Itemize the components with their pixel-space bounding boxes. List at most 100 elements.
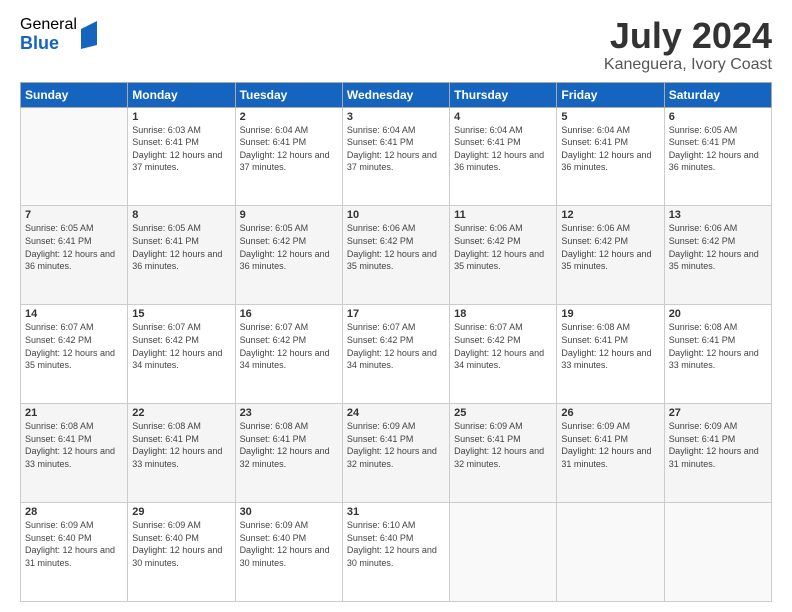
location: Kaneguera, Ivory Coast [604, 56, 772, 74]
day-number: 9 [240, 209, 338, 221]
day-number: 15 [132, 308, 230, 320]
calendar-table: SundayMondayTuesdayWednesdayThursdayFrid… [20, 82, 772, 602]
calendar-week-1: 7 Sunrise: 6:05 AMSunset: 6:41 PMDaylight… [21, 206, 772, 305]
calendar-cell: 21Sunrise: 6:08 AMSunset: 6:41 PMDayligh… [21, 404, 128, 503]
day-number: 30 [240, 506, 338, 518]
day-number: 7 [25, 209, 123, 221]
day-number: 22 [132, 407, 230, 419]
day-number: 2 [240, 111, 338, 123]
day-info: Sunrise: 6:08 AMSunset: 6:41 PMDaylight:… [561, 321, 659, 371]
calendar-week-0: 1Sunrise: 6:03 AMSunset: 6:41 PMDaylight… [21, 107, 772, 206]
page: General Blue July 2024 Kaneguera, Ivory … [0, 0, 792, 612]
calendar-header-friday: Friday [557, 82, 664, 107]
day-info: Sunrise: 6:06 AMSunset: 6:42 PMDaylight:… [454, 222, 552, 272]
day-info: Sunrise: 6:07 AMSunset: 6:42 PMDaylight:… [240, 321, 338, 371]
calendar-cell: 8Sunrise: 6:05 AMSunset: 6:41 PMDaylight… [128, 206, 235, 305]
day-number: 21 [25, 407, 123, 419]
calendar-header-thursday: Thursday [450, 82, 557, 107]
calendar-cell [450, 503, 557, 602]
calendar-cell: 16Sunrise: 6:07 AMSunset: 6:42 PMDayligh… [235, 305, 342, 404]
day-number: 17 [347, 308, 445, 320]
calendar-cell: 22Sunrise: 6:08 AMSunset: 6:41 PMDayligh… [128, 404, 235, 503]
day-info: Sunrise: 6:06 AMSunset: 6:42 PMDaylight:… [669, 222, 767, 272]
calendar-cell: 2Sunrise: 6:04 AMSunset: 6:41 PMDaylight… [235, 107, 342, 206]
day-info: Sunrise: 6:06 AMSunset: 6:42 PMDaylight:… [347, 222, 445, 272]
day-info: Sunrise: 6:08 AMSunset: 6:41 PMDaylight:… [669, 321, 767, 371]
day-number: 8 [132, 209, 230, 221]
calendar-cell: 31Sunrise: 6:10 AMSunset: 6:40 PMDayligh… [342, 503, 449, 602]
calendar-cell: 27Sunrise: 6:09 AMSunset: 6:41 PMDayligh… [664, 404, 771, 503]
day-info: Sunrise: 6:05 AMSunset: 6:41 PMDaylight:… [132, 222, 230, 272]
calendar-cell: 24Sunrise: 6:09 AMSunset: 6:41 PMDayligh… [342, 404, 449, 503]
calendar-cell: 14Sunrise: 6:07 AMSunset: 6:42 PMDayligh… [21, 305, 128, 404]
day-info: Sunrise: 6:03 AMSunset: 6:41 PMDaylight:… [132, 124, 230, 174]
day-number: 14 [25, 308, 123, 320]
day-info: Sunrise: 6:09 AMSunset: 6:41 PMDaylight:… [454, 420, 552, 470]
day-number: 31 [347, 506, 445, 518]
calendar-cell: 25Sunrise: 6:09 AMSunset: 6:41 PMDayligh… [450, 404, 557, 503]
day-number: 23 [240, 407, 338, 419]
calendar-cell [21, 107, 128, 206]
calendar-header-saturday: Saturday [664, 82, 771, 107]
day-info: Sunrise: 6:04 AMSunset: 6:41 PMDaylight:… [347, 124, 445, 174]
calendar-week-3: 21Sunrise: 6:08 AMSunset: 6:41 PMDayligh… [21, 404, 772, 503]
calendar-header-wednesday: Wednesday [342, 82, 449, 107]
day-info: Sunrise: 6:09 AMSunset: 6:41 PMDaylight:… [669, 420, 767, 470]
calendar-header-tuesday: Tuesday [235, 82, 342, 107]
day-number: 3 [347, 111, 445, 123]
calendar-cell: 13Sunrise: 6:06 AMSunset: 6:42 PMDayligh… [664, 206, 771, 305]
day-number: 27 [669, 407, 767, 419]
logo-icon [79, 21, 99, 49]
logo-blue: Blue [20, 34, 77, 54]
day-number: 18 [454, 308, 552, 320]
calendar-cell: 30Sunrise: 6:09 AMSunset: 6:40 PMDayligh… [235, 503, 342, 602]
day-number: 4 [454, 111, 552, 123]
day-info: Sunrise: 6:09 AMSunset: 6:41 PMDaylight:… [561, 420, 659, 470]
calendar-cell: 10Sunrise: 6:06 AMSunset: 6:42 PMDayligh… [342, 206, 449, 305]
calendar-header-row: SundayMondayTuesdayWednesdayThursdayFrid… [21, 82, 772, 107]
day-number: 26 [561, 407, 659, 419]
calendar-cell: 15Sunrise: 6:07 AMSunset: 6:42 PMDayligh… [128, 305, 235, 404]
day-number: 19 [561, 308, 659, 320]
title-block: July 2024 Kaneguera, Ivory Coast [604, 16, 772, 74]
day-info: Sunrise: 6:09 AMSunset: 6:40 PMDaylight:… [25, 519, 123, 569]
day-number: 20 [669, 308, 767, 320]
day-number: 12 [561, 209, 659, 221]
day-info: Sunrise: 6:08 AMSunset: 6:41 PMDaylight:… [132, 420, 230, 470]
calendar-cell: 20Sunrise: 6:08 AMSunset: 6:41 PMDayligh… [664, 305, 771, 404]
calendar-cell: 26Sunrise: 6:09 AMSunset: 6:41 PMDayligh… [557, 404, 664, 503]
day-info: Sunrise: 6:07 AMSunset: 6:42 PMDaylight:… [347, 321, 445, 371]
day-info: Sunrise: 6:04 AMSunset: 6:41 PMDaylight:… [240, 124, 338, 174]
day-info: Sunrise: 6:09 AMSunset: 6:41 PMDaylight:… [347, 420, 445, 470]
calendar-cell [664, 503, 771, 602]
day-number: 29 [132, 506, 230, 518]
calendar-cell: 12Sunrise: 6:06 AMSunset: 6:42 PMDayligh… [557, 206, 664, 305]
calendar-cell: 18Sunrise: 6:07 AMSunset: 6:42 PMDayligh… [450, 305, 557, 404]
day-number: 5 [561, 111, 659, 123]
calendar-cell: 4Sunrise: 6:04 AMSunset: 6:41 PMDaylight… [450, 107, 557, 206]
calendar-cell: 11Sunrise: 6:06 AMSunset: 6:42 PMDayligh… [450, 206, 557, 305]
day-info: Sunrise: 6:08 AMSunset: 6:41 PMDaylight:… [240, 420, 338, 470]
day-number: 6 [669, 111, 767, 123]
day-info: Sunrise: 6:09 AMSunset: 6:40 PMDaylight:… [132, 519, 230, 569]
calendar-header-sunday: Sunday [21, 82, 128, 107]
month-year: July 2024 [604, 16, 772, 56]
calendar-cell: 7Sunrise: 6:05 AMSunset: 6:41 PMDaylight… [21, 206, 128, 305]
day-info: Sunrise: 6:07 AMSunset: 6:42 PMDaylight:… [132, 321, 230, 371]
calendar-cell: 9Sunrise: 6:05 AMSunset: 6:42 PMDaylight… [235, 206, 342, 305]
day-number: 25 [454, 407, 552, 419]
day-info: Sunrise: 6:10 AMSunset: 6:40 PMDaylight:… [347, 519, 445, 569]
day-info: Sunrise: 6:04 AMSunset: 6:41 PMDaylight:… [561, 124, 659, 174]
calendar-cell: 3Sunrise: 6:04 AMSunset: 6:41 PMDaylight… [342, 107, 449, 206]
day-info: Sunrise: 6:08 AMSunset: 6:41 PMDaylight:… [25, 420, 123, 470]
calendar-cell: 23Sunrise: 6:08 AMSunset: 6:41 PMDayligh… [235, 404, 342, 503]
day-number: 1 [132, 111, 230, 123]
day-info: Sunrise: 6:04 AMSunset: 6:41 PMDaylight:… [454, 124, 552, 174]
calendar-cell: 6Sunrise: 6:05 AMSunset: 6:41 PMDaylight… [664, 107, 771, 206]
day-info: Sunrise: 6:05 AMSunset: 6:41 PMDaylight:… [669, 124, 767, 174]
calendar-week-2: 14Sunrise: 6:07 AMSunset: 6:42 PMDayligh… [21, 305, 772, 404]
day-info: Sunrise: 6:07 AMSunset: 6:42 PMDaylight:… [25, 321, 123, 371]
calendar-cell: 28Sunrise: 6:09 AMSunset: 6:40 PMDayligh… [21, 503, 128, 602]
calendar-header-monday: Monday [128, 82, 235, 107]
calendar-cell: 1Sunrise: 6:03 AMSunset: 6:41 PMDaylight… [128, 107, 235, 206]
